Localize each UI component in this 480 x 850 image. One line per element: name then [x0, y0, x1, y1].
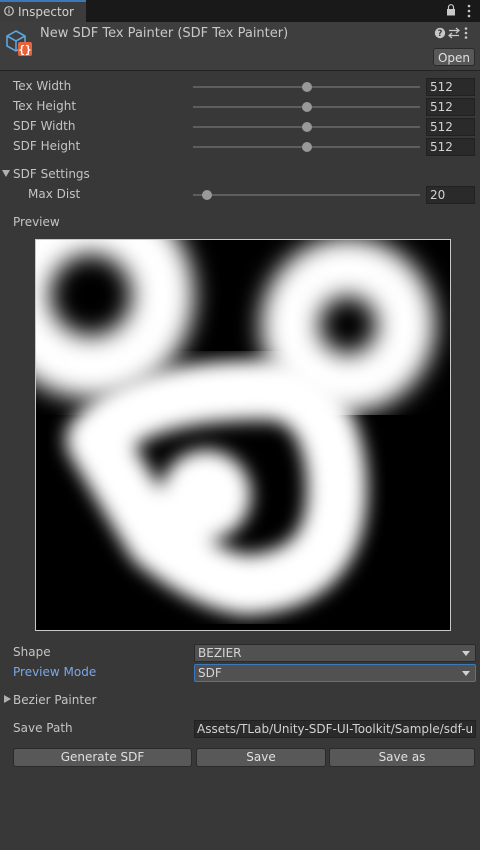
preset-icon[interactable] — [448, 27, 460, 39]
chevron-down-icon — [462, 671, 470, 676]
sdf-height-label: SDF Height — [13, 139, 81, 153]
tex-height-row: Tex Height 512 — [0, 97, 480, 117]
bezier-painter-foldout[interactable]: Bezier Painter — [0, 691, 480, 711]
foldout-collapsed-icon — [4, 695, 11, 703]
generate-sdf-button[interactable]: Generate SDF — [13, 748, 192, 767]
preview-row: Preview — [0, 213, 480, 233]
max-dist-slider[interactable] — [193, 194, 420, 196]
sdf-width-label: SDF Width — [13, 119, 76, 133]
shape-dropdown-value: BEZIER — [198, 646, 242, 660]
save-button[interactable]: Save — [196, 748, 326, 767]
max-dist-slider-thumb[interactable] — [202, 190, 212, 200]
header-icons: ? — [434, 27, 474, 41]
sdf-width-row: SDF Width 512 — [0, 117, 480, 137]
open-button[interactable]: Open — [433, 48, 475, 66]
sdf-height-row: SDF Height 512 — [0, 137, 480, 157]
sdf-settings-label: SDF Settings — [13, 167, 90, 181]
more-menu-icon[interactable] — [467, 4, 471, 18]
bezier-painter-label: Bezier Painter — [13, 693, 97, 707]
sdf-height-slider-thumb[interactable] — [302, 142, 312, 152]
max-dist-row: Max Dist 20 — [0, 185, 480, 205]
tex-width-label: Tex Width — [13, 79, 72, 93]
sdf-settings-foldout[interactable]: SDF Settings — [0, 165, 480, 185]
tab-inspector[interactable]: Inspector — [0, 0, 86, 22]
tex-width-row: Tex Width 512 — [0, 77, 480, 97]
sdf-preview-image — [35, 239, 451, 631]
preview-mode-label: Preview Mode — [13, 665, 97, 679]
asset-title: New SDF Tex Painter (SDF Tex Painter) — [40, 26, 289, 41]
foldout-expanded-icon — [2, 170, 10, 177]
save-path-row: Save Path Assets/TLab/Unity-SDF-UI-Toolk… — [0, 719, 480, 739]
tex-height-label: Tex Height — [13, 99, 77, 113]
lock-icon[interactable] — [446, 4, 456, 16]
sdf-width-field[interactable]: 512 — [426, 118, 475, 136]
tex-width-field[interactable]: 512 — [426, 78, 475, 96]
chevron-down-icon — [462, 651, 470, 656]
save-path-field[interactable]: Assets/TLab/Unity-SDF-UI-Toolkit/Sample/… — [194, 720, 476, 738]
sdf-preview-canvas — [36, 240, 450, 630]
sdf-width-slider-thumb[interactable] — [302, 122, 312, 132]
tex-width-slider-thumb[interactable] — [302, 82, 312, 92]
context-menu-icon[interactable] — [464, 27, 468, 39]
shape-label: Shape — [13, 645, 51, 659]
max-dist-field[interactable]: 20 — [426, 186, 475, 204]
preview-mode-dropdown[interactable]: SDF — [194, 664, 476, 682]
save-path-label: Save Path — [13, 721, 73, 735]
preview-label: Preview — [13, 215, 60, 229]
sdf-height-field[interactable]: 512 — [426, 138, 475, 156]
shape-dropdown[interactable]: BEZIER — [194, 644, 476, 662]
info-icon — [4, 6, 14, 16]
tab-bar: Inspector — [0, 0, 480, 22]
svg-text:{}: {} — [18, 43, 31, 56]
preview-mode-dropdown-value: SDF — [198, 666, 222, 680]
scriptable-object-icon: {} — [6, 30, 32, 56]
tex-height-slider-thumb[interactable] — [302, 102, 312, 112]
tab-label: Inspector — [18, 5, 74, 19]
max-dist-label: Max Dist — [28, 187, 81, 201]
preview-mode-row: Preview Mode SDF — [0, 663, 480, 683]
shape-row: Shape BEZIER — [0, 643, 480, 663]
inspector-header: {} New SDF Tex Painter (SDF Tex Painter)… — [0, 22, 480, 71]
help-icon[interactable]: ? — [434, 27, 446, 39]
save-as-button[interactable]: Save as — [329, 748, 475, 767]
svg-text:?: ? — [438, 29, 443, 39]
tex-height-field[interactable]: 512 — [426, 98, 475, 116]
